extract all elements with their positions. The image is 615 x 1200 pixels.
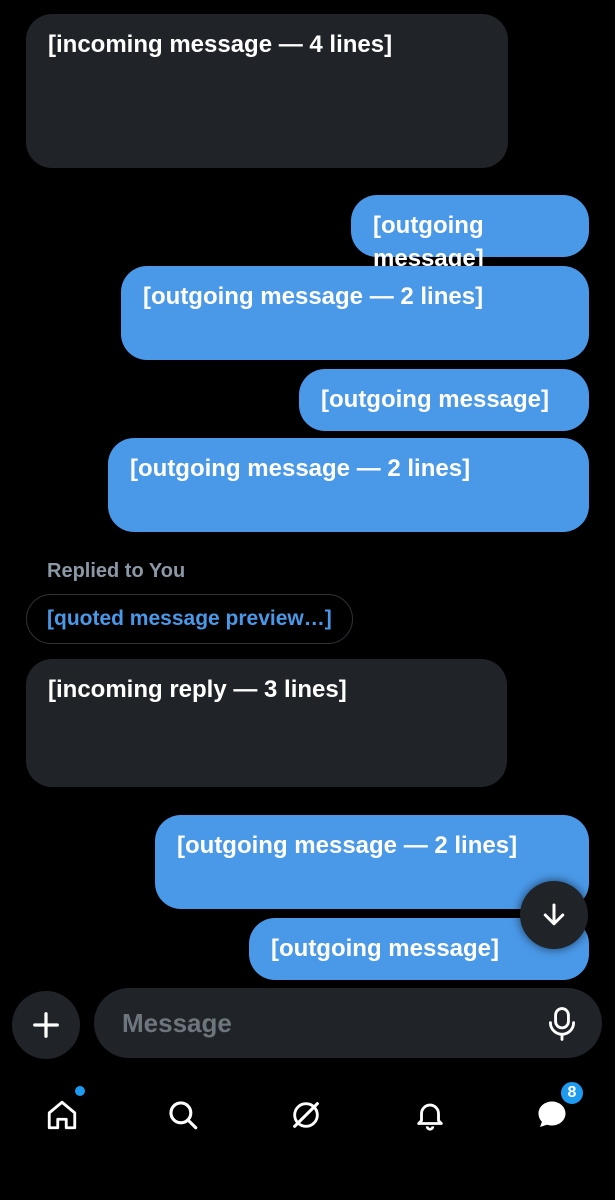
nav-grok[interactable] <box>281 1090 331 1140</box>
incoming-message[interactable]: [incoming reply — 3 lines] <box>26 659 507 787</box>
search-icon <box>169 1101 198 1130</box>
message-input[interactable] <box>122 1007 574 1039</box>
scroll-to-bottom-button[interactable] <box>520 881 588 949</box>
nav-search[interactable] <box>158 1090 208 1140</box>
plus-icon <box>33 1012 59 1038</box>
outgoing-message[interactable]: [outgoing message — 2 lines] <box>155 815 589 909</box>
outgoing-message[interactable]: [outgoing message — 2 lines] <box>121 266 589 360</box>
arrow-down-icon <box>543 903 565 926</box>
grok-icon <box>293 1102 319 1128</box>
nav-messages[interactable]: 8 <box>527 1080 585 1140</box>
reply-quote[interactable]: [quoted message preview…] <box>26 594 353 644</box>
reply-context-label: Replied to You <box>47 560 186 582</box>
unread-dot <box>75 1086 85 1096</box>
nav-home[interactable] <box>37 1086 87 1140</box>
outgoing-message[interactable]: [outgoing message] <box>299 369 589 431</box>
outgoing-message[interactable]: [outgoing message — 2 lines] <box>108 438 589 532</box>
notifications-icon <box>417 1103 443 1131</box>
incoming-message[interactable]: [incoming message — 4 lines] <box>26 14 508 168</box>
composer <box>0 985 615 1065</box>
messages-badge: 8 <box>559 1080 585 1106</box>
message-thread: [incoming message — 4 lines] [outgoing m… <box>0 0 615 980</box>
add-attachment-button[interactable] <box>12 991 80 1059</box>
message-field[interactable] <box>94 988 602 1058</box>
home-icon <box>47 1100 77 1130</box>
bottom-nav: 8 <box>0 1072 615 1200</box>
nav-notifications[interactable] <box>405 1090 455 1140</box>
microphone-icon[interactable] <box>546 1006 578 1042</box>
outgoing-message[interactable]: [outgoing message] <box>351 195 589 272</box>
